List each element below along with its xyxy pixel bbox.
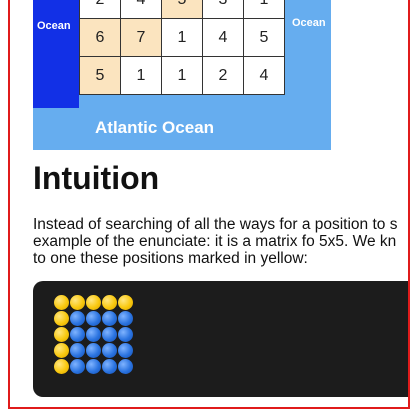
pacific-ocean-region bbox=[33, 0, 79, 108]
yellow-circle-icon bbox=[86, 295, 101, 310]
height-matrix: 245316714551124 bbox=[79, 0, 285, 95]
blue-circle-icon bbox=[70, 311, 85, 326]
matrix-cell: 3 bbox=[202, 0, 244, 19]
blue-circle-icon bbox=[118, 359, 133, 374]
page-frame: Ocean Ocean 245316714551124 Atlantic Oce… bbox=[8, 0, 410, 409]
matrix-cell: 4 bbox=[120, 0, 162, 19]
matrix-row: 24531 bbox=[79, 0, 285, 19]
matrix-cell: 1 bbox=[243, 0, 285, 19]
matrix-row: 51124 bbox=[79, 56, 285, 95]
blue-circle-icon bbox=[102, 359, 117, 374]
matrix-cell-highlighted: 5 bbox=[161, 0, 203, 19]
blue-circle-icon bbox=[70, 327, 85, 342]
yellow-circle-icon bbox=[102, 295, 117, 310]
blue-circle-icon bbox=[86, 343, 101, 358]
blue-circle-icon bbox=[86, 311, 101, 326]
matrix-cell-highlighted: 7 bbox=[120, 18, 162, 57]
paragraph-line: to one these positions marked in yellow: bbox=[33, 250, 308, 267]
matrix-cell: 4 bbox=[243, 56, 285, 95]
matrix-row: 67145 bbox=[79, 18, 285, 57]
blue-circle-icon bbox=[118, 327, 133, 342]
paragraph-line: Instead of searching of all the ways for… bbox=[33, 216, 398, 233]
blue-circle-icon bbox=[118, 311, 133, 326]
matrix-cell-highlighted: 5 bbox=[79, 56, 121, 95]
matrix-cell: 2 bbox=[202, 56, 244, 95]
matrix-cell: 5 bbox=[243, 18, 285, 57]
yellow-circle-icon bbox=[54, 327, 69, 342]
blue-circle-icon bbox=[102, 311, 117, 326]
section-heading: Intuition bbox=[33, 160, 160, 196]
matrix-cell: 2 bbox=[79, 0, 121, 19]
right-ocean-label: Ocean bbox=[292, 17, 326, 29]
yellow-circle-icon bbox=[54, 311, 69, 326]
blue-circle-icon bbox=[118, 343, 133, 358]
yellow-circle-icon bbox=[54, 343, 69, 358]
yellow-circle-icon bbox=[54, 359, 69, 374]
yellow-circle-icon bbox=[118, 295, 133, 310]
matrix-cell: 1 bbox=[161, 56, 203, 95]
blue-circle-icon bbox=[70, 343, 85, 358]
yellow-circle-icon bbox=[54, 295, 69, 310]
matrix-cell: 1 bbox=[161, 18, 203, 57]
blue-circle-icon bbox=[70, 359, 85, 374]
blue-circle-icon bbox=[86, 359, 101, 374]
emoji-circle-grid bbox=[54, 295, 133, 374]
emoji-code-block bbox=[33, 281, 408, 397]
matrix-cell: 1 bbox=[120, 56, 162, 95]
ocean-map-image: Ocean Ocean 245316714551124 Atlantic Oce… bbox=[33, 0, 331, 150]
blue-circle-icon bbox=[86, 327, 101, 342]
atlantic-ocean-label: Atlantic Ocean bbox=[95, 118, 215, 137]
yellow-circle-icon bbox=[70, 295, 85, 310]
blue-circle-icon bbox=[102, 327, 117, 342]
matrix-cell-highlighted: 6 bbox=[79, 18, 121, 57]
blue-circle-icon bbox=[102, 343, 117, 358]
left-ocean-label: Ocean bbox=[37, 20, 71, 32]
paragraph-line: example of the enunciate: it is a matrix… bbox=[33, 233, 397, 250]
matrix-cell: 4 bbox=[202, 18, 244, 57]
intuition-paragraph: Instead of searching of all the ways for… bbox=[33, 216, 408, 267]
